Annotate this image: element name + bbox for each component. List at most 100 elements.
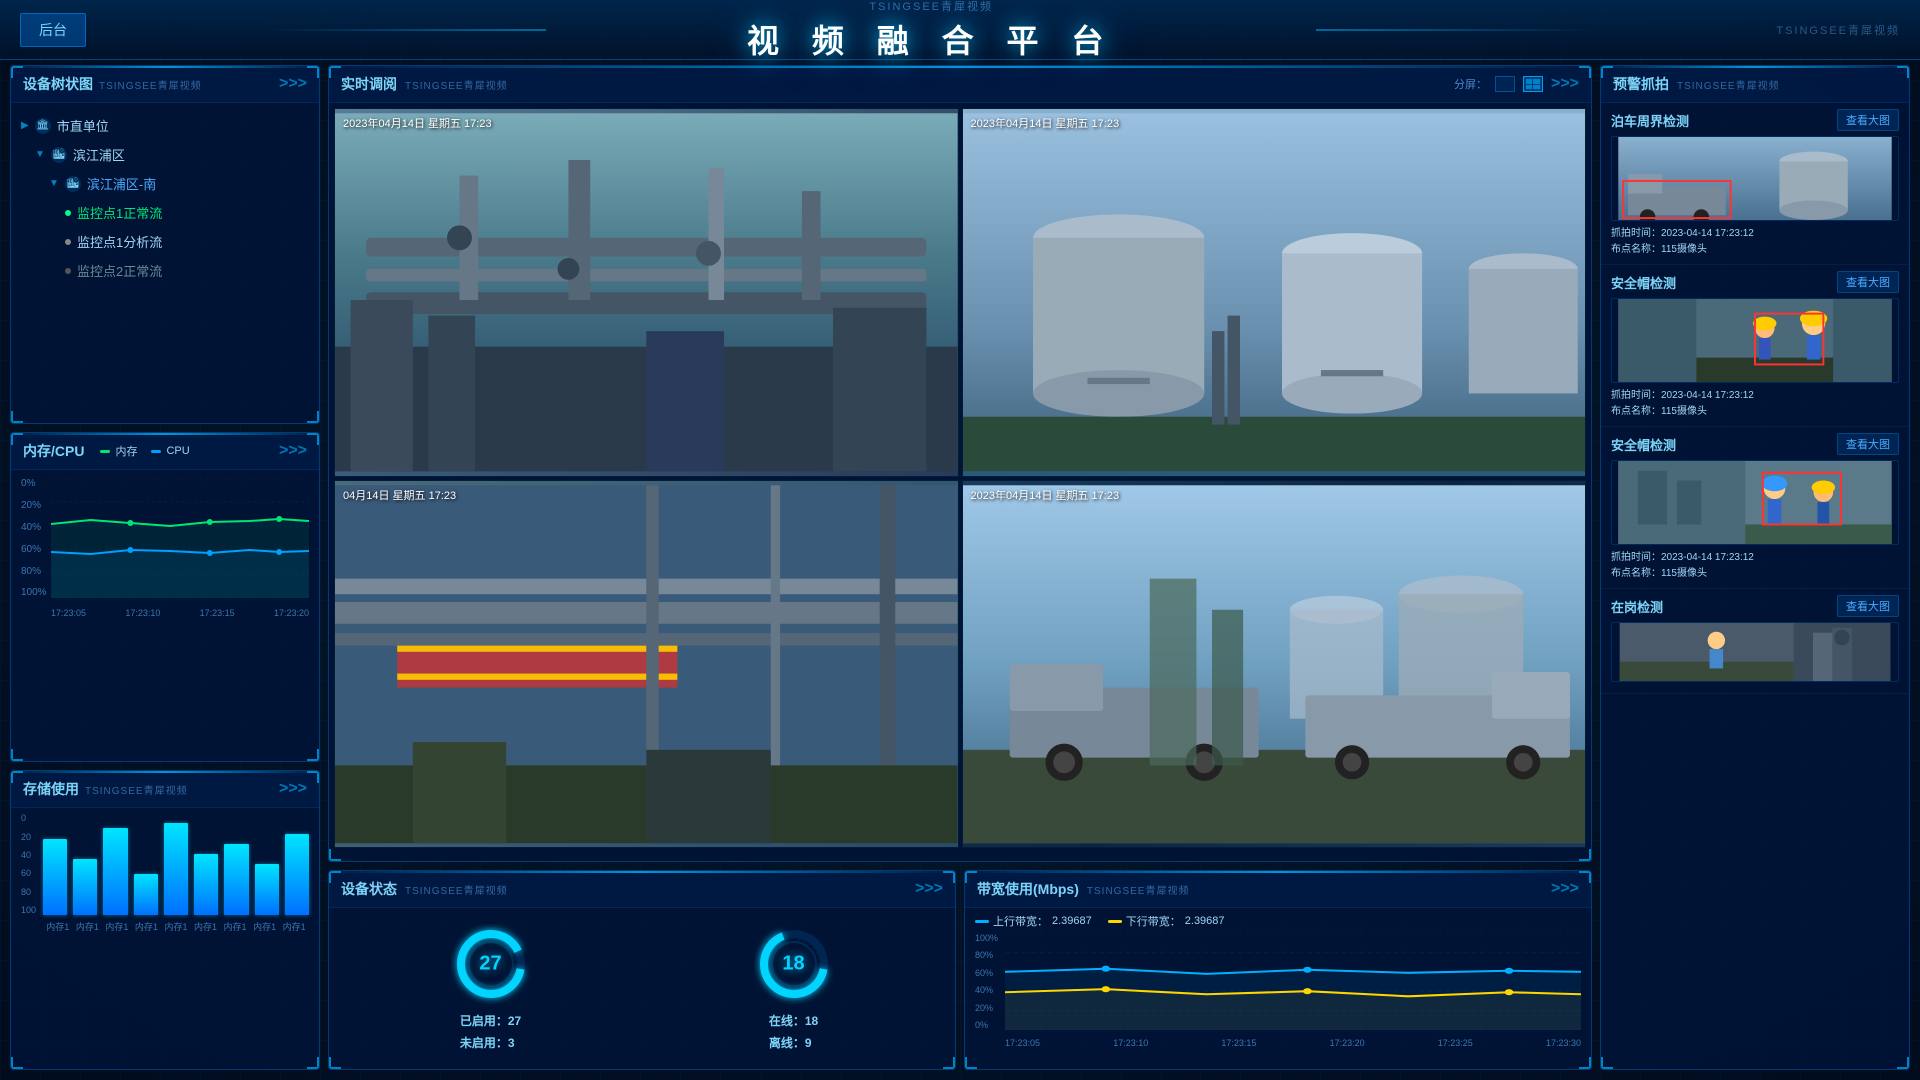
upload-legend: 上行带宽： 2.39687 bbox=[975, 913, 1092, 929]
alert-item-4: 在岗检测 查看大图 bbox=[1601, 589, 1909, 694]
bandwidth-brand: TSINGSEE青犀视频 bbox=[1087, 882, 1190, 897]
device-tree-more[interactable]: >>> bbox=[279, 75, 307, 93]
trucks-svg bbox=[963, 481, 1586, 848]
cam2-status-dot bbox=[65, 239, 71, 245]
alert-2-title: 安全帽检测 bbox=[1611, 273, 1676, 292]
storage-title: 存储使用 bbox=[23, 779, 79, 799]
bottom-middle: 设备状态 TSINGSEE青犀视频 >>> bbox=[328, 870, 1592, 1070]
alert-3-svg bbox=[1612, 461, 1898, 544]
memory-cpu-header: 内存/CPU 内存 CPU >>> bbox=[11, 433, 319, 470]
alert-1-camera-row: 布点名称：115摄像头 bbox=[1611, 242, 1899, 258]
memory-cpu-y-labels: 100% 80% 60% 40% 20% 0% bbox=[21, 478, 51, 598]
split-4-btn[interactable] bbox=[1523, 76, 1543, 92]
alert-3-view-btn[interactable]: 查看大图 bbox=[1837, 433, 1899, 455]
area-icon-2: 🏙 bbox=[65, 176, 81, 192]
alert-2-view-btn[interactable]: 查看大图 bbox=[1837, 271, 1899, 293]
bandwidth-title: 带宽使用(Mbps) bbox=[977, 879, 1079, 899]
alert-brand: TSINGSEE青犀视频 bbox=[1677, 77, 1780, 92]
bar-group-2 bbox=[103, 813, 127, 915]
alert-1-view-btn[interactable]: 查看大图 bbox=[1837, 109, 1899, 131]
enabled-stats: 已启用：27 未启用：3 bbox=[460, 1012, 521, 1051]
bar-fill-1 bbox=[73, 859, 97, 915]
tree-item-cam3[interactable]: 监控点2正常流 bbox=[21, 256, 309, 285]
memory-legend-dot bbox=[100, 450, 110, 453]
device-status-content: 27 已启用：27 未启用：3 bbox=[329, 908, 955, 1066]
device-status-panel: 设备状态 TSINGSEE青犀视频 >>> bbox=[328, 870, 956, 1070]
video-scene-1 bbox=[335, 109, 958, 476]
alert-4-title: 在岗检测 bbox=[1611, 597, 1663, 616]
tree-item-area1[interactable]: ▼ 🏙 滨江浦区 bbox=[21, 140, 309, 169]
alert-3-title: 安全帽检测 bbox=[1611, 435, 1676, 454]
area-icon-1: 🏙 bbox=[51, 147, 67, 163]
device-tree-content: ▶ 🏛 市直单位 ▼ 🏙 滨江浦区 ▼ 🏙 滨江浦区-南 监控点1正常流 bbox=[11, 103, 319, 293]
alert-2-camera-row: 布点名称：115摄像头 bbox=[1611, 404, 1899, 420]
realtime-more[interactable]: >>> bbox=[1551, 75, 1579, 93]
memory-cpu-svg bbox=[51, 478, 309, 598]
split-1-btn[interactable] bbox=[1495, 76, 1515, 92]
alert-panel-header: 预警抓拍 TSINGSEE青犀视频 bbox=[1601, 66, 1909, 103]
bar-fill-3 bbox=[134, 874, 158, 915]
device-tree-title: 设备树状图 bbox=[23, 74, 93, 94]
memory-cpu-x-labels: 17:23:05 17:23:10 17:23:15 17:23:20 bbox=[51, 608, 309, 618]
top-header: 后台 TSINGSEE青犀视频 视 频 融 合 平 台 TSINGSEE青犀视频 bbox=[0, 0, 1920, 60]
storage-more[interactable]: >>> bbox=[279, 780, 307, 798]
tree-label-area2: 滨江浦区-南 bbox=[87, 174, 156, 193]
online-count: 18 bbox=[782, 952, 804, 975]
bandwidth-more[interactable]: >>> bbox=[1551, 880, 1579, 898]
device-status-more[interactable]: >>> bbox=[915, 880, 943, 898]
bandwidth-chart-area: 上行带宽： 2.39687 下行带宽： 2.39687 0% 20% bbox=[965, 908, 1591, 1066]
tree-arrow-area2: ▼ bbox=[49, 178, 59, 189]
alert-1-svg bbox=[1612, 137, 1898, 220]
video-grid: 2023年04月14日 星期五 17:23 bbox=[329, 103, 1591, 853]
bar-group-8 bbox=[285, 813, 309, 915]
enabled-label: 已启用： bbox=[460, 1014, 508, 1028]
storage-chart-area: 100 80 60 40 20 0 内存1内存1内存1内存1内存1内存1内存1内… bbox=[11, 808, 319, 1066]
alert-2-info: 抓拍时间：2023-04-14 17:23:12 布点名称：115摄像头 bbox=[1611, 388, 1899, 420]
header-left: 后台 bbox=[20, 13, 86, 47]
enabled-count: 27 bbox=[479, 952, 501, 975]
download-value: 2.39687 bbox=[1185, 915, 1225, 927]
download-dot bbox=[1108, 920, 1122, 923]
device-status-title: 设备状态 bbox=[341, 879, 397, 899]
online-stats: 在线：18 离线：9 bbox=[769, 1012, 818, 1051]
device-tree-panel: 设备树状图 TSINGSEE青犀视频 >>> ▶ 🏛 市直单位 ▼ 🏙 滨江浦区… bbox=[10, 65, 320, 424]
bandwidth-svg-container: 0% 20% 40% 60% 80% 100% bbox=[975, 933, 1581, 1048]
alert-item-3: 安全帽检测 查看大图 bbox=[1601, 427, 1909, 589]
cpu-legend: CPU bbox=[151, 443, 189, 459]
tree-item-cam1[interactable]: 监控点1正常流 bbox=[21, 198, 309, 227]
video-cell-4[interactable]: 2023年04月14日 星期五 17:23 bbox=[962, 480, 1587, 849]
alert-1-info: 抓拍时间：2023-04-14 17:23:12 布点名称：115摄像头 bbox=[1611, 226, 1899, 258]
video-cell-3[interactable]: 04月14日 星期五 17:23 bbox=[334, 480, 959, 849]
storage-bars bbox=[43, 813, 309, 915]
bar-fill-5 bbox=[194, 854, 218, 915]
alert-1-title: 泊车周界检测 bbox=[1611, 111, 1689, 130]
back-button[interactable]: 后台 bbox=[20, 13, 86, 47]
header-brand-left: TSINGSEE青犀视频 bbox=[86, 0, 1776, 14]
tree-item-area2[interactable]: ▼ 🏙 滨江浦区-南 bbox=[21, 169, 309, 198]
enabled-donut: 27 已启用：27 未启用：3 bbox=[451, 924, 531, 1051]
alert-4-svg bbox=[1612, 623, 1898, 681]
video-timestamp-2: 2023年04月14日 星期五 17:23 bbox=[971, 115, 1120, 131]
video-cell-2[interactable]: 2023年04月14日 星期五 17:23 bbox=[962, 108, 1587, 477]
header-title-area: TSINGSEE青犀视频 视 频 融 合 平 台 bbox=[86, 0, 1776, 62]
alert-3-camera-row: 布点名称：115摄像头 bbox=[1611, 566, 1899, 582]
offline-val: 9 bbox=[805, 1036, 812, 1050]
tree-item-city[interactable]: ▶ 🏛 市直单位 bbox=[21, 111, 309, 140]
alert-4-view-btn[interactable]: 查看大图 bbox=[1837, 595, 1899, 617]
memory-legend-label: 内存 bbox=[115, 443, 137, 459]
right-column: 预警抓拍 TSINGSEE青犀视频 泊车周界检测 查看大图 bbox=[1600, 65, 1910, 1070]
not-enabled-label: 未启用： bbox=[460, 1036, 508, 1050]
tree-arrow-city: ▶ bbox=[21, 120, 29, 131]
alert-item-1: 泊车周界检测 查看大图 bbox=[1601, 103, 1909, 265]
tree-label-cam2: 监控点1分析流 bbox=[77, 232, 162, 251]
video-scene-4 bbox=[963, 481, 1586, 848]
bandwidth-x-labels: 17:23:05 17:23:10 17:23:15 17:23:20 17:2… bbox=[1005, 1038, 1581, 1048]
realtime-brand: TSINGSEE青犀视频 bbox=[405, 77, 508, 92]
video-cell-1[interactable]: 2023年04月14日 星期五 17:23 bbox=[334, 108, 959, 477]
bandwidth-legend: 上行带宽： 2.39687 下行带宽： 2.39687 bbox=[975, 913, 1581, 929]
tree-item-cam2[interactable]: 监控点1分析流 bbox=[21, 227, 309, 256]
alert-1-image bbox=[1611, 136, 1899, 221]
memory-cpu-more[interactable]: >>> bbox=[279, 442, 307, 460]
upload-label: 上行带宽： bbox=[993, 913, 1048, 929]
device-tree-brand: TSINGSEE青犀视频 bbox=[99, 77, 202, 92]
